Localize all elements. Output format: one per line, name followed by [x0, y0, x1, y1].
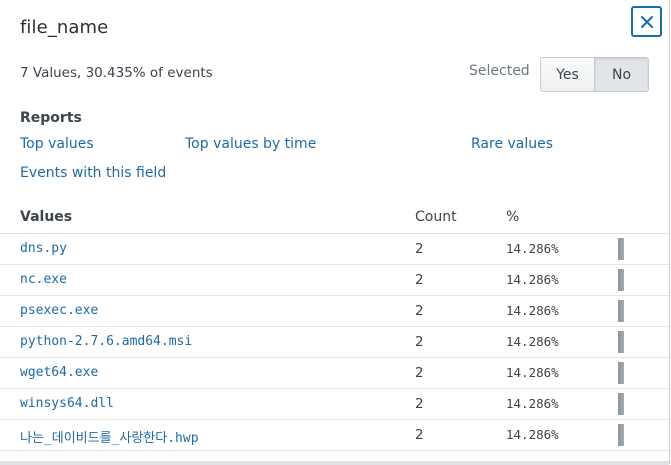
field-title: file_name: [20, 17, 109, 38]
percent-bar: [618, 424, 624, 446]
close-icon: [640, 15, 654, 29]
percent-bar-fill: [618, 362, 624, 384]
table-header: Values Count %: [0, 202, 669, 234]
table-row: python-2.7.6.amd64.msi 2 14.286%: [0, 327, 669, 358]
count-cell: 2: [415, 241, 424, 257]
percent-bar-fill: [618, 269, 624, 291]
reports-heading: Reports: [20, 110, 82, 126]
close-button[interactable]: [631, 6, 662, 37]
percent-cell: 14.286%: [506, 241, 559, 256]
count-cell: 2: [415, 334, 424, 350]
values-summary: 7 Values, 30.435% of events: [20, 65, 213, 81]
percent-cell: 14.286%: [506, 334, 559, 349]
percent-bar: [618, 362, 624, 384]
count-cell: 2: [415, 365, 424, 381]
percent-cell: 14.286%: [506, 303, 559, 318]
value-link[interactable]: python-2.7.6.amd64.msi: [20, 334, 192, 349]
value-link[interactable]: wget64.exe: [20, 365, 98, 380]
percent-cell: 14.286%: [506, 427, 559, 442]
rare-values-link[interactable]: Rare values: [471, 136, 553, 152]
percent-bar-fill: [618, 393, 624, 415]
events-with-field-link[interactable]: Events with this field: [20, 165, 166, 181]
table-row: 나는_데이비드를_사랑한다.hwp 2 14.286%: [0, 420, 669, 451]
values-table: Values Count % dns.py 2 14.286% nc.exe 2…: [0, 202, 669, 451]
table-row: winsys64.dll 2 14.286%: [0, 389, 669, 420]
field-summary-panel: file_name 7 Values, 30.435% of events Se…: [0, 0, 670, 464]
table-row: wget64.exe 2 14.286%: [0, 358, 669, 389]
value-link[interactable]: nc.exe: [20, 272, 67, 287]
percent-cell: 14.286%: [506, 272, 559, 287]
selected-label: Selected: [469, 63, 530, 79]
count-cell: 2: [415, 427, 424, 443]
percent-bar: [618, 300, 624, 322]
percent-bar: [618, 331, 624, 353]
percent-bar-fill: [618, 331, 624, 353]
percent-cell: 14.286%: [506, 365, 559, 380]
bottom-divider: [0, 461, 669, 465]
table-row: dns.py 2 14.286%: [0, 234, 669, 265]
value-link[interactable]: winsys64.dll: [20, 396, 114, 411]
percent-bar: [618, 238, 624, 260]
percent-bar: [618, 269, 624, 291]
selected-yes-button[interactable]: Yes: [541, 58, 595, 91]
count-cell: 2: [415, 303, 424, 319]
percent-bar-fill: [618, 300, 624, 322]
percent-cell: 14.286%: [506, 396, 559, 411]
value-link[interactable]: dns.py: [20, 241, 67, 256]
percent-bar: [618, 393, 624, 415]
selected-toggle: Yes No: [540, 57, 649, 92]
table-row: psexec.exe 2 14.286%: [0, 296, 669, 327]
table-row: nc.exe 2 14.286%: [0, 265, 669, 296]
percent-bar-fill: [618, 424, 624, 446]
column-header-count: Count: [415, 209, 457, 225]
count-cell: 2: [415, 272, 424, 288]
column-header-percent: %: [506, 209, 520, 225]
selected-no-button[interactable]: No: [595, 58, 648, 91]
count-cell: 2: [415, 396, 424, 412]
percent-bar-fill: [618, 238, 624, 260]
value-link[interactable]: psexec.exe: [20, 303, 98, 318]
column-header-values: Values: [20, 209, 73, 225]
value-link[interactable]: 나는_데이비드를_사랑한다.hwp: [20, 427, 199, 446]
top-values-by-time-link[interactable]: Top values by time: [185, 136, 316, 152]
top-values-link[interactable]: Top values: [20, 136, 94, 152]
